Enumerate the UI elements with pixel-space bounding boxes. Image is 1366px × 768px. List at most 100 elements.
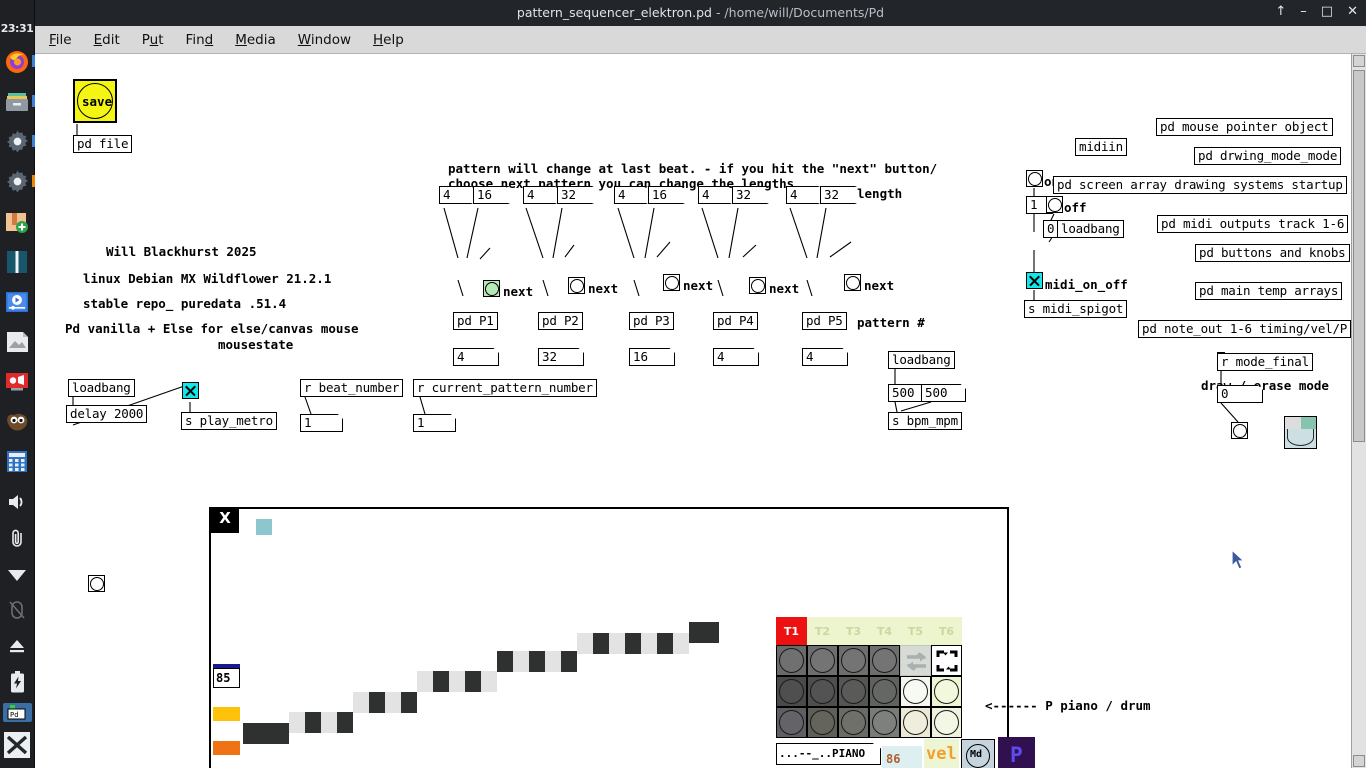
roll-cell[interactable] <box>449 671 465 692</box>
gimp-icon[interactable] <box>4 408 31 435</box>
pattern-1-output[interactable]: 4 <box>453 348 499 366</box>
knob-t1-r2[interactable] <box>776 676 807 707</box>
object-send-play-metro[interactable]: s play_metro <box>181 412 277 430</box>
save-bang[interactable]: save <box>73 79 117 123</box>
eject-icon[interactable] <box>6 635 28 657</box>
pattern-3-next-bang[interactable] <box>663 274 680 291</box>
roll-cell[interactable] <box>401 692 417 713</box>
object-pd-p5[interactable]: pd P5 <box>802 312 847 330</box>
object-send-midi-spigot[interactable]: s midi_spigot <box>1024 300 1128 318</box>
roll-cell[interactable] <box>625 633 641 654</box>
screen-recorder-icon[interactable] <box>4 368 31 395</box>
scroll-down-arrow[interactable] <box>1353 755 1365 767</box>
pattern-4-output[interactable]: 4 <box>713 348 759 366</box>
midi-off-bang[interactable] <box>1046 196 1063 213</box>
knob-t2-r3[interactable] <box>807 707 838 738</box>
md-button[interactable]: Md <box>961 739 995 768</box>
canvas-left-bang[interactable] <box>88 575 105 592</box>
roll-cell[interactable] <box>369 692 385 713</box>
roll-cell[interactable] <box>689 622 719 643</box>
mouse-disabled-icon[interactable] <box>6 599 28 621</box>
pattern-4-length-a[interactable]: 4 <box>698 186 732 204</box>
settings-icon[interactable] <box>4 128 35 155</box>
object-pd-note-out[interactable]: pd note_out 1-6 timing/vel/P <box>1138 320 1352 338</box>
track-header-t1[interactable]: T1 <box>776 617 807 645</box>
pattern-3-output[interactable]: 16 <box>629 348 675 366</box>
canvas-vertical-scrollbar[interactable] <box>1351 54 1366 768</box>
knob-t4-r2[interactable] <box>869 676 900 707</box>
scroll-up-arrow[interactable] <box>1353 55 1365 67</box>
knob-t5-r3[interactable] <box>900 707 931 738</box>
track-header-t2[interactable]: T2 <box>807 617 838 645</box>
roll-cell[interactable] <box>641 633 657 654</box>
roll-cell[interactable] <box>545 651 561 672</box>
settings-orange-icon[interactable] <box>4 168 35 195</box>
pd-canvas[interactable]: save pd file Will Blackhurst 2025 linux … <box>35 54 1366 768</box>
image-viewer-icon[interactable] <box>4 328 31 355</box>
firefox-icon[interactable] <box>4 48 35 75</box>
roll-cell[interactable] <box>385 692 401 713</box>
close-button[interactable]: ✕ <box>1347 4 1358 20</box>
window-titlebar[interactable]: pattern_sequencer_elektron.pd - /home/wi… <box>35 0 1366 26</box>
roll-cell[interactable] <box>577 633 593 654</box>
pattern-5-length-b[interactable]: 32 <box>820 186 857 204</box>
object-pd-screen-array[interactable]: pd screen array drawing systems startup <box>1053 176 1347 194</box>
knob-t3-r1[interactable] <box>838 645 869 676</box>
track-header-t5[interactable]: T5 <box>900 617 931 645</box>
note-number-box[interactable]: 85 <box>213 668 240 688</box>
knob-t3-r3[interactable] <box>838 707 869 738</box>
object-pd-p3[interactable]: pd P3 <box>629 312 674 330</box>
pattern-2-length-a[interactable]: 4 <box>523 186 557 204</box>
object-pd-mouse-pointer[interactable]: pd mouse pointer object <box>1156 118 1333 136</box>
roll-cell[interactable] <box>337 712 353 733</box>
knob-t4-r1[interactable] <box>869 645 900 676</box>
object-pd-p2[interactable]: pd P2 <box>538 312 583 330</box>
file-manager-icon[interactable] <box>4 88 35 115</box>
mode-preview-swatch[interactable] <box>1284 416 1317 449</box>
roll-cell[interactable] <box>289 712 305 733</box>
menu-put[interactable]: Put <box>142 32 164 48</box>
object-loadbang-bpm[interactable]: loadbang <box>888 351 955 369</box>
knob-t5-r2[interactable] <box>900 676 931 707</box>
instrument-name-symbol[interactable]: ...--_..PIANO <box>776 743 881 765</box>
menu-window[interactable]: Window <box>298 32 351 48</box>
vel-label[interactable]: vel <box>924 739 959 768</box>
pattern-4-next-bang[interactable] <box>749 277 766 294</box>
beat-number-value[interactable]: 1 <box>300 414 343 432</box>
object-delay-2000[interactable]: delay 2000 <box>66 405 148 423</box>
object-midiin[interactable]: midiin <box>1075 138 1127 156</box>
object-pd-buttons-knobs[interactable]: pd buttons and knobs <box>1195 244 1350 262</box>
roll-cell[interactable] <box>497 651 513 672</box>
pattern-1-length-a[interactable]: 4 <box>439 186 473 204</box>
roll-cell[interactable] <box>353 692 369 713</box>
wifi-icon[interactable] <box>6 563 28 585</box>
volume-icon[interactable] <box>6 491 28 513</box>
knob-t3-r2[interactable] <box>838 676 869 707</box>
roll-cell[interactable] <box>673 633 689 654</box>
play-metro-toggle[interactable] <box>182 382 199 399</box>
knob-t1-r1[interactable] <box>776 645 807 676</box>
p-button[interactable]: P <box>998 737 1035 768</box>
swap-arrows-button[interactable] <box>900 645 931 676</box>
menu-edit[interactable]: Edit <box>94 32 120 48</box>
object-receive-mode-final[interactable]: r mode_final <box>1217 353 1313 371</box>
minimize-button[interactable]: – <box>1300 4 1307 20</box>
pattern-1-length-b[interactable]: 16 <box>473 186 510 204</box>
maximize-button[interactable]: □ <box>1321 4 1333 20</box>
midi-on-off-toggle[interactable] <box>1026 272 1043 289</box>
velocity-value[interactable]: 86 <box>882 746 922 768</box>
object-pd-midi-outputs[interactable]: pd midi outputs track 1-6 <box>1157 215 1349 233</box>
current-pattern-value[interactable]: 1 <box>413 414 456 432</box>
roll-cell[interactable] <box>243 723 289 744</box>
paperclip-icon[interactable] <box>6 527 28 549</box>
scrollbar-thumb[interactable] <box>1353 70 1365 442</box>
roll-cell[interactable] <box>513 651 529 672</box>
object-receive-current-pattern-number[interactable]: r current_pattern_number <box>413 379 597 397</box>
knob-t2-r1[interactable] <box>807 645 838 676</box>
knob-t1-r3[interactable] <box>776 707 807 738</box>
object-loadbang-midi[interactable]: loadbang <box>1057 220 1124 238</box>
midi-on-bang[interactable] <box>1026 170 1043 187</box>
object-loadbang-transport[interactable]: loadbang <box>68 379 135 397</box>
media-player-icon[interactable] <box>4 288 31 315</box>
pattern-3-length-a[interactable]: 4 <box>614 186 648 204</box>
